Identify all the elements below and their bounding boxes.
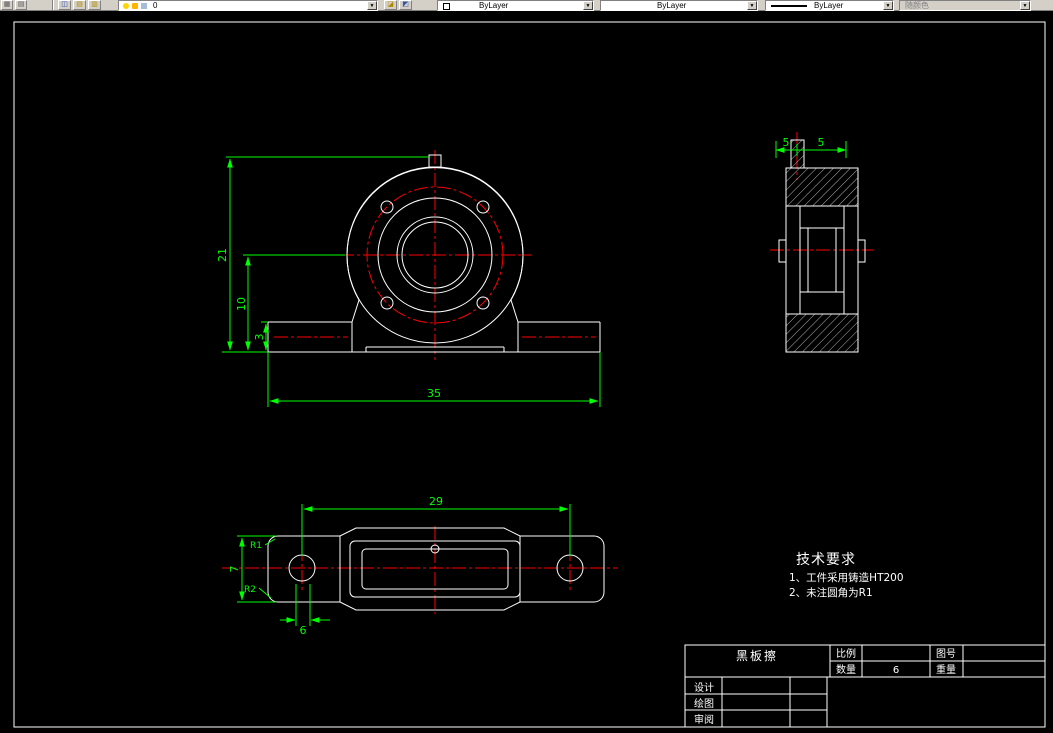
lineweight-sample-icon <box>771 5 807 7</box>
lineweight-combo-value: ByLayer <box>814 1 844 10</box>
tech-requirements-item: 1、工件采用铸造HT200 <box>789 571 904 584</box>
quantity-value: 6 <box>893 665 899 676</box>
linetype-combo[interactable]: ByLayer ▼ <box>600 0 758 11</box>
chevron-down-icon[interactable]: ▼ <box>747 1 757 10</box>
dim-hole-diameter-label: 6 <box>300 624 307 637</box>
dim-fillet-outer-label: R1 <box>250 541 262 551</box>
chevron-down-icon[interactable]: ▼ <box>883 1 893 10</box>
dim-fillet-inner-label: R2 <box>244 585 256 595</box>
chevron-down-icon[interactable]: ▼ <box>583 1 593 10</box>
layer-thaw-icon <box>132 3 138 9</box>
quantity-label: 数量 <box>836 663 856 676</box>
document-icon[interactable]: ▤ <box>15 0 27 10</box>
review-label: 审阅 <box>694 713 714 726</box>
layer-states-icon[interactable]: ▤ <box>73 0 86 10</box>
dim-width-right-label: 5 <box>818 136 825 149</box>
color-combo[interactable]: ByLayer ▼ <box>437 0 594 11</box>
layer-combo-value: 0 <box>153 1 158 10</box>
dim-base-width-label: 35 <box>427 387 441 400</box>
color-swatch-icon <box>443 3 450 10</box>
scale-label: 比例 <box>836 647 856 660</box>
layer-on-icon <box>123 3 129 9</box>
design-label: 设计 <box>694 681 714 694</box>
drawing-canvas[interactable]: 21 10 3 35 5 5 29 7 R1 R2 6 技术要求 1、工件采用铸… <box>0 0 1053 733</box>
toolbar-separator <box>52 0 54 10</box>
chevron-down-icon[interactable]: ▼ <box>367 1 377 10</box>
weight-label: 重量 <box>936 663 956 676</box>
layer-lock-icon <box>141 3 147 9</box>
layer-filter-icon[interactable]: ▥ <box>88 0 101 10</box>
lineweight-combo[interactable]: ByLayer ▼ <box>765 0 894 11</box>
dim-hole-spacing-label: 29 <box>429 495 443 508</box>
plot-style-combo-value: 随颜色 <box>905 1 929 10</box>
dim-center-height-label: 10 <box>235 297 248 311</box>
grid-snap-icon[interactable]: ▦ <box>1 0 13 10</box>
dim-plate-depth-label: 7 <box>228 566 241 573</box>
tech-requirements-item: 2、未注圆角为R1 <box>789 586 873 599</box>
chevron-down-icon[interactable]: ▼ <box>1020 1 1030 10</box>
dim-total-height-label: 21 <box>216 248 229 262</box>
dim-width-left-label: 5 <box>783 136 790 149</box>
part-name: 黑板擦 <box>736 649 778 663</box>
cad-window: 21 10 3 35 5 5 29 7 R1 R2 6 技术要求 1、工件采用铸… <box>0 0 1053 733</box>
linetype-combo-value: ByLayer <box>657 1 687 10</box>
color-combo-value: ByLayer <box>479 1 509 10</box>
draft-label: 绘图 <box>694 697 714 710</box>
dim-base-height-label: 3 <box>253 334 266 341</box>
layer-previous-icon[interactable]: ◩ <box>399 0 412 10</box>
layer-combo[interactable]: 0 ▼ <box>118 0 378 11</box>
plot-style-combo[interactable]: 随颜色 ▼ <box>899 0 1031 11</box>
tech-requirements-title: 技术要求 <box>796 552 856 568</box>
drawing-no-label: 图号 <box>936 648 956 660</box>
make-layer-current-icon[interactable]: ◪ <box>384 0 397 10</box>
layer-properties-icon[interactable]: ◫ <box>58 0 71 10</box>
toolbar: ▦ ▤ ◫ ▤ ▥ 0 ▼ ◪ ◩ ByLayer ▼ ByLayer ▼ By… <box>0 0 1053 11</box>
